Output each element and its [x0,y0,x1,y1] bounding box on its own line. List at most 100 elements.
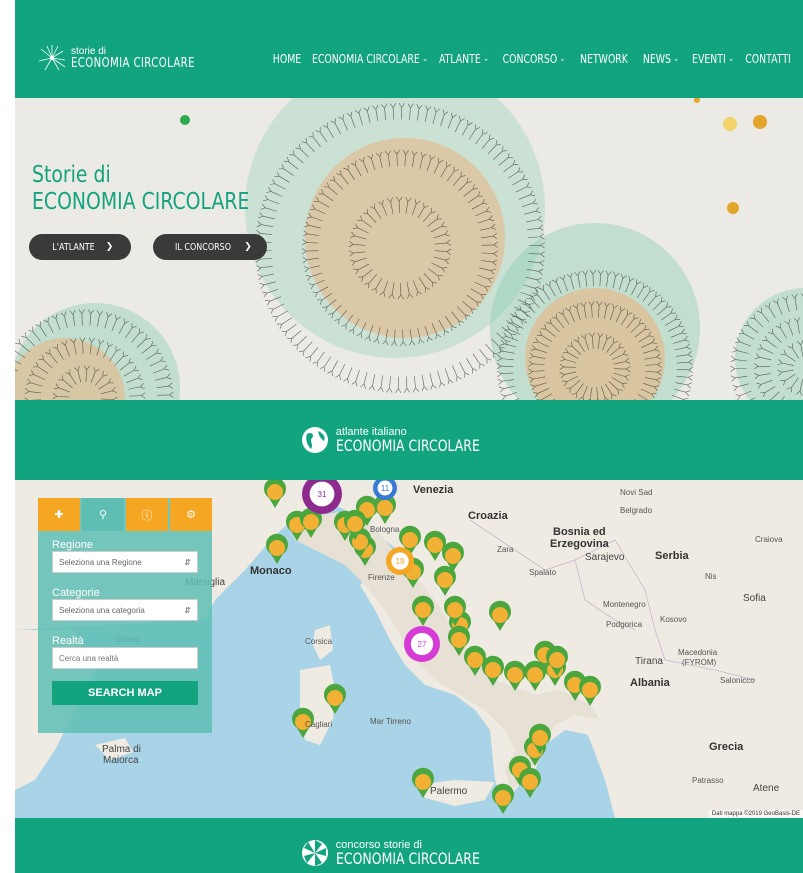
map-label: Firenze [368,573,395,582]
chevron-down-icon: ⌄ [559,54,566,64]
map-label: Bosnia ed [553,526,606,538]
map-label: Novi Sad [620,488,653,497]
page: storie di ECONOMIA CIRCOLARE HOME ECONOMI… [15,0,803,873]
nav-item-label: EVENTI [692,52,726,66]
atlante-logo-line2: ECONOMIA CIRCOLARE [335,435,480,455]
regione-select[interactable]: Seleziona una Regione ⇵ [52,551,198,573]
map-label: Venezia [413,484,454,496]
concorso-logo-line2: ECONOMIA CIRCOLARE [335,848,480,868]
map-label: Tirana [635,656,663,667]
map-label: Maiorca [103,755,139,766]
map-label: Palma di [102,744,141,755]
map[interactable]: 31 11 19 27 Venezia Croazia Bosnia ed Erzegovi… [15,480,803,818]
categorie-select[interactable]: Seleziona una categoria ⇵ [52,599,198,621]
map-label: Patrasso [692,776,724,785]
concorso-section-header: concorso storie di ECONOMIA CIRCOLARE [15,818,803,873]
map-label: Craiova [755,535,783,544]
map-cluster[interactable]: 27 [404,626,440,662]
map-label: Macedonia [678,648,718,657]
map-attribution: Dati mappa ©2019 GeoBasis-DE [708,810,803,818]
cluster-count: 19 [396,557,405,566]
map-pin[interactable] [519,767,541,798]
map-label: Nis [705,572,717,581]
tab-settings[interactable]: ⚙ [170,498,212,531]
map-label: Grecia [709,741,744,753]
cluster-count: 31 [318,490,327,499]
categorie-label: Categorie [52,587,100,599]
nav-item-eventi[interactable]: EVENTI ⌄ [692,52,734,66]
hero-title-line2: ECONOMIA CIRCOLARE [32,189,250,215]
tab-search[interactable]: ⚲ [82,498,124,531]
chevron-down-icon: ❯ [244,242,252,252]
map-label: Mar Tirreno [370,717,411,726]
concorso-button[interactable]: IL CONCORSO ❯ [153,234,267,260]
nav-item-contatti[interactable]: CONTATTI [745,52,791,66]
nav-item-economia-circolare[interactable]: ECONOMIA CIRCOLARE ⌄ [312,52,428,66]
nav-item-label: CONTATTI [745,52,791,66]
map-label: Sofia [743,593,766,604]
chevron-down-icon: ⌄ [483,54,490,64]
nav-item-label: ECONOMIA CIRCOLARE [311,52,420,66]
map-pin[interactable] [492,783,514,814]
map-pin[interactable] [266,533,289,564]
chevron-down-icon: ⌄ [728,54,734,64]
atlante-section-header: atlante italiano ECONOMIA CIRCOLARE [15,400,803,480]
map-cluster[interactable]: 19 [386,547,414,575]
cluster-count: 11 [381,484,390,493]
tab-info[interactable]: ⓘ [126,498,168,531]
site-logo[interactable]: storie di ECONOMIA CIRCOLARE [37,40,230,76]
map-search-panel: ✚ ⚲ ⓘ ⚙ Regione Seleziona una Regione ⇵ C… [38,498,212,733]
panel-tabs: ✚ ⚲ ⓘ ⚙ [38,498,212,531]
map-label: Albania [630,677,670,689]
map-label: Palermo [430,786,468,797]
map-label: Cagliari [305,720,333,729]
map-label: Monaco [250,565,292,577]
logo-line2: ECONOMIA CIRCOLARE [71,55,195,71]
search-map-button[interactable]: SEARCH MAP [52,681,198,705]
concorso-button-label: IL CONCORSO [175,241,232,253]
realta-search-input[interactable] [52,647,198,669]
map-label: Spalato [529,568,557,577]
chevron-down-icon: ⌄ [422,54,429,64]
dandelion-illustration [15,98,803,400]
map-label: Bologna [370,525,400,534]
map-label: Corsica [305,637,333,646]
chevron-down-icon: ⌄ [673,54,680,64]
nav-item-label: ATLANTE [438,52,481,66]
dandelion-logo-icon [38,45,66,71]
concorso-logo[interactable]: concorso storie di ECONOMIA CIRCOLARE [298,836,520,870]
map-label: Atene [753,783,780,794]
globe-icon [301,427,328,453]
nav-item-network[interactable]: NETWORK [580,52,628,66]
map-label: Sarajevo [585,552,625,563]
atlante-button[interactable]: L'ATLANTE ❯ [29,234,131,260]
regione-label: Regione [52,539,93,551]
atlante-logo[interactable]: atlante italiano ECONOMIA CIRCOLARE [298,423,520,457]
hero-title-line1: Storie di [32,162,111,188]
select-arrows-icon: ⇵ [184,557,191,567]
nav-item-concorso[interactable]: CONCORSO ⌄ [502,52,566,66]
categorie-select-value: Seleziona una categoria [59,605,145,615]
nav-item-label: HOME [272,52,302,66]
hero-banner: Storie di ECONOMIA CIRCOLARE L'ATLANTE ❯… [15,98,803,400]
aperture-icon [301,840,328,866]
regione-select-value: Seleziona una Regione [59,557,142,567]
gear-icon: ⚙ [186,509,196,521]
tab-move[interactable]: ✚ [38,498,80,531]
map-label: Podgorica [606,620,643,629]
map-label: Kosovo [660,615,687,624]
hero-title: Storie di ECONOMIA CIRCOLARE [32,162,249,216]
map-label: (FYROM) [682,658,717,667]
select-arrows-icon: ⇵ [184,605,191,615]
nav-item-atlante[interactable]: ATLANTE ⌄ [438,52,490,66]
cluster-count: 27 [418,640,427,649]
realta-label: Realtà [52,635,84,647]
nav-item-news[interactable]: NEWS ⌄ [641,52,682,66]
nav-item-label: CONCORSO [502,52,558,66]
search-icon: ⚲ [98,509,108,521]
header: storie di ECONOMIA CIRCOLARE HOME ECONOMI… [15,0,803,98]
nav-item-label: NEWS [642,52,671,66]
nav-item-label: NETWORK [580,52,628,66]
nav-item-home[interactable]: HOME [271,52,302,66]
move-icon: ✚ [54,509,64,521]
